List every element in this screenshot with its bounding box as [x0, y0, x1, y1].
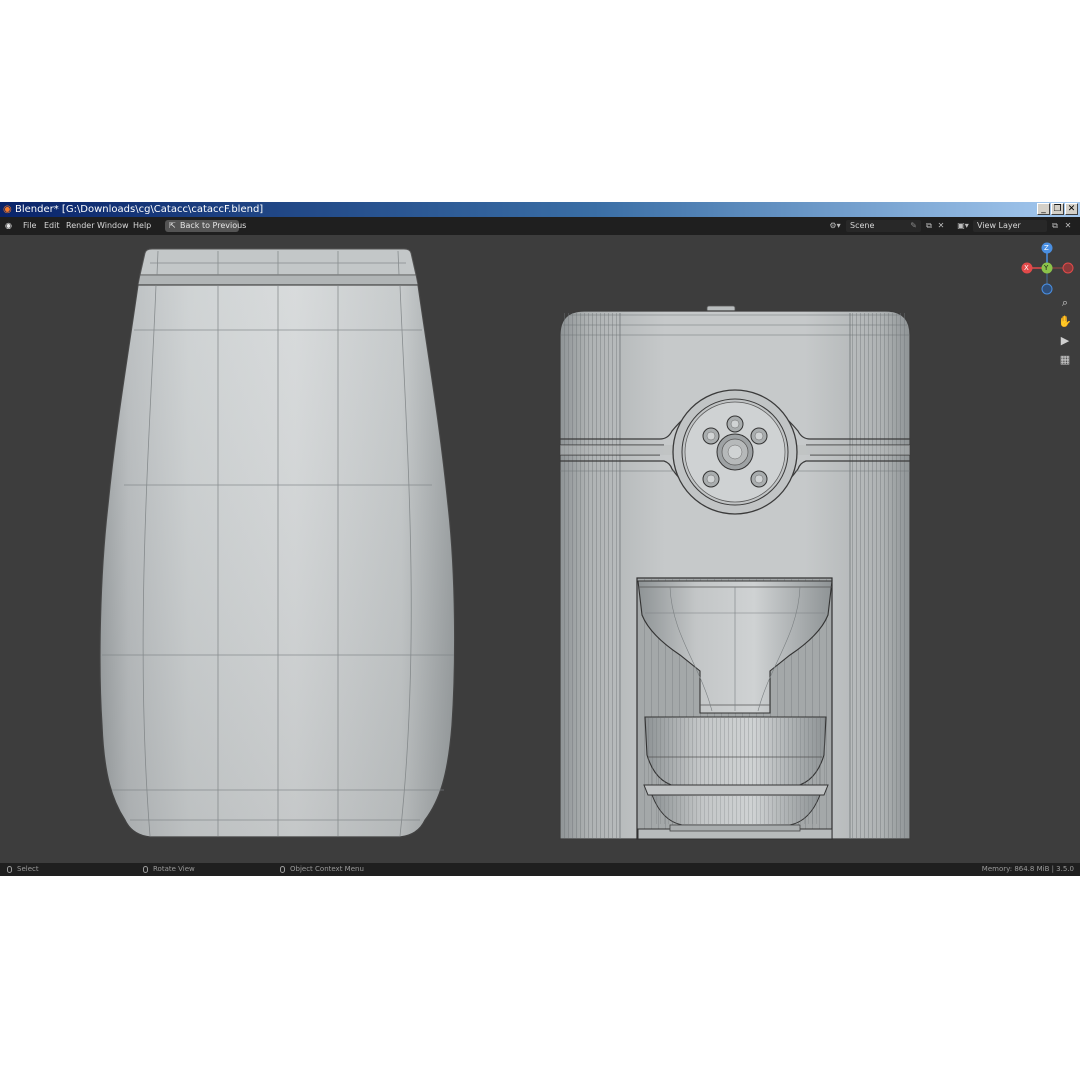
gizmo-y-label: Y — [1044, 264, 1049, 272]
blender-menu-icon[interactable]: ◉ — [5, 220, 12, 232]
status-select: Select — [7, 863, 39, 876]
new-scene-icon[interactable]: ⧉ — [923, 220, 935, 232]
gizmo-x-label: X — [1024, 264, 1029, 272]
blender-logo-icon: ◉ — [3, 204, 12, 215]
status-rotate: Rotate View — [143, 863, 195, 876]
blender-window: ◉ Blender* [G:\Downloads\cg\Catacc\catac… — [0, 202, 1080, 876]
minimize-button[interactable]: _ — [1037, 203, 1050, 215]
scene-name: Scene — [850, 221, 875, 230]
window-title: Blender* [G:\Downloads\cg\Catacc\cataccF… — [15, 204, 264, 215]
mouse-middle-icon — [143, 865, 148, 873]
status-context: Object Context Menu — [280, 863, 364, 876]
close-button[interactable]: ✕ — [1065, 203, 1078, 215]
menu-window[interactable]: Window — [97, 220, 129, 232]
mouse-left-icon — [7, 865, 12, 873]
remove-scene-icon[interactable]: ✕ — [936, 220, 946, 232]
new-view-layer-icon[interactable]: ⧉ — [1049, 220, 1061, 232]
pan-hand-icon[interactable]: ✋ — [1057, 314, 1073, 330]
mouse-right-icon — [280, 865, 285, 873]
gizmo-z-label: Z — [1044, 244, 1049, 252]
zoom-icon[interactable]: ⌕ — [1057, 295, 1073, 311]
back-to-previous-button[interactable]: ⇱ Back to Previous — [165, 220, 246, 232]
grid-icon[interactable]: ▦ — [1057, 352, 1073, 368]
view-layer-field[interactable]: View Layer — [973, 220, 1047, 232]
menu-edit[interactable]: Edit — [44, 220, 60, 232]
vessel-model — [99, 248, 456, 838]
scene-browse-icon[interactable]: ⚙▾ — [826, 220, 844, 232]
scene-field[interactable]: Scene ✎ — [846, 220, 921, 232]
top-bar: ◉ File Edit Render Window Help ⇱ Back to… — [0, 217, 1080, 235]
viewport-render — [99, 248, 911, 840]
status-bar: Select Rotate View Object Context Menu M… — [0, 863, 1080, 876]
remove-view-layer-icon[interactable]: ✕ — [1063, 220, 1073, 232]
restore-button[interactable]: ❐ — [1051, 203, 1064, 215]
menu-help[interactable]: Help — [133, 220, 151, 232]
view-layer-browse-icon[interactable]: ▣▾ — [954, 220, 972, 232]
back-icon: ⇱ — [169, 221, 176, 230]
navigation-gizmo[interactable]: Z X Y — [1020, 241, 1076, 297]
coffee-machine-model — [559, 305, 911, 840]
menu-render[interactable]: Render — [66, 220, 94, 232]
view-layer-name: View Layer — [977, 221, 1021, 230]
pin-icon[interactable]: ✎ — [910, 220, 917, 232]
menu-file[interactable]: File — [23, 220, 36, 232]
window-titlebar: ◉ Blender* [G:\Downloads\cg\Catacc\catac… — [0, 202, 1080, 217]
camera-icon[interactable]: ▶ — [1057, 333, 1073, 349]
3d-viewport[interactable]: Z X Y ⌕ ✋ ▶ ▦ — [0, 235, 1080, 863]
status-memory: Memory: 864.8 MiB | 3.5.0 — [981, 865, 1074, 873]
